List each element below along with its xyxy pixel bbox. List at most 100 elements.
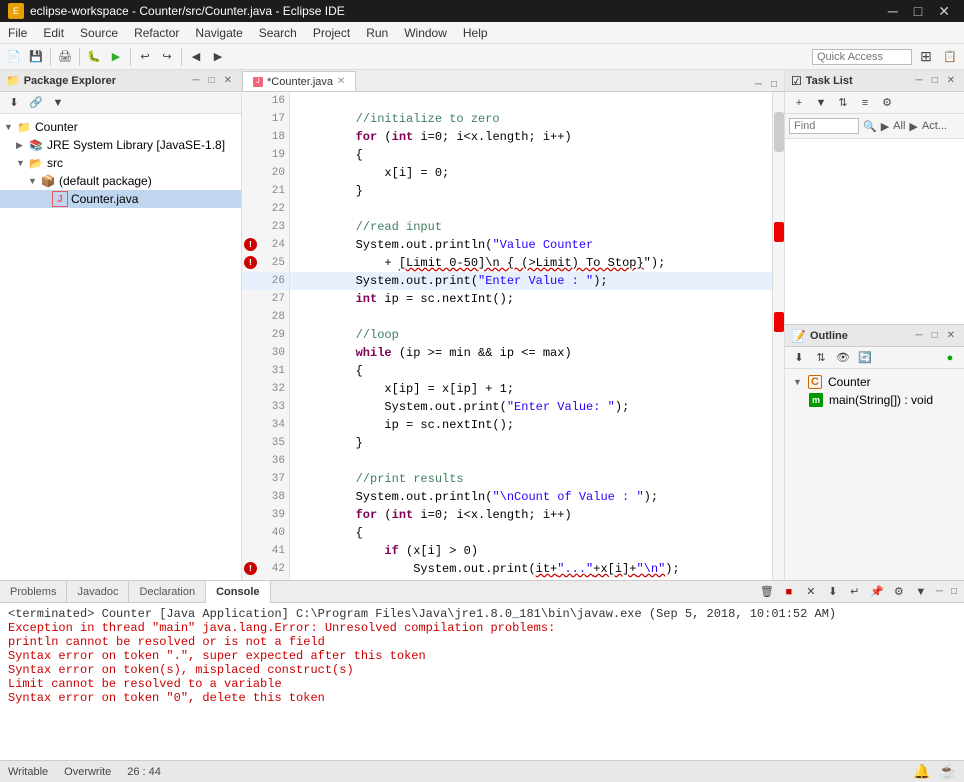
tab-javadoc[interactable]: Javadoc [67,581,129,603]
act-label[interactable]: Act... [922,120,947,132]
all-filter[interactable]: ▶ [881,120,889,133]
tree-item-counter-java[interactable]: J Counter.java [0,190,241,208]
menu-source[interactable]: Source [72,24,126,42]
expand-arrow-pkg[interactable]: ▼ [28,176,40,186]
menu-project[interactable]: Project [305,24,358,42]
link-editor-btn[interactable]: 🔗 [26,93,46,113]
toolbar-sep-1 [50,48,51,66]
tab-declaration[interactable]: Declaration [129,581,206,603]
run-button[interactable]: ▶ [106,47,126,67]
task-list-header: ☑ Task List ─ □ ✕ [785,70,964,92]
console-remove-btn[interactable]: ✕ [801,582,821,602]
code-editor[interactable]: //initialize to zero for (int i=0; i<x.l… [290,92,772,580]
bottom-tab-controls: 🗑 ■ ✕ ⬇ ↵ 📌 ⚙ ▼ ─ □ [753,582,964,602]
console-scroll-btn[interactable]: ⬇ [823,582,843,602]
position-status: 26 : 44 [127,766,161,778]
menu-refactor[interactable]: Refactor [126,24,187,42]
code-line-31: { [290,362,772,380]
code-line-32: x[ip] = x[ip] + 1; [290,380,772,398]
forward-button[interactable]: ▶ [208,47,228,67]
code-line-19: { [290,146,772,164]
expand-arrow-counter[interactable]: ▼ [4,122,16,132]
editor-maximize-btn[interactable]: □ [768,78,780,91]
bottom-min-btn[interactable]: ─ [933,585,946,598]
task-close-btn[interactable]: ✕ [944,74,958,87]
outline-sort-btn[interactable]: ⇅ [811,348,831,368]
undo-button[interactable]: ↩ [135,47,155,67]
tree-item-counter[interactable]: ▼ 📁 Counter [0,118,241,136]
menu-navigate[interactable]: Navigate [187,24,250,42]
task-max-btn[interactable]: □ [929,74,941,87]
scroll-thumb[interactable] [774,112,784,152]
editor-minimize-btn[interactable]: ─ [752,78,765,91]
tree-item-src[interactable]: ▼ 📂 src [0,154,241,172]
task-list-toolbar: + ▼ ⇅ ≡ ⚙ [785,92,964,114]
console-terminate-btn[interactable]: ■ [779,582,799,602]
print-button[interactable]: 🖨 [55,47,75,67]
minimize-button[interactable]: ─ [882,3,904,20]
perspective-btn[interactable]: ⊞ [916,47,936,67]
menu-search[interactable]: Search [251,24,305,42]
menu-window[interactable]: Window [396,24,455,42]
tab-close-btn[interactable]: ✕ [337,76,345,87]
minimize-panel-btn[interactable]: ─ [189,74,202,87]
task-find-input[interactable] [789,118,859,134]
outline-collapse-btn[interactable]: ⬇ [789,348,809,368]
tab-label: *Counter.java [267,76,333,88]
menu-run[interactable]: Run [358,24,396,42]
task-group-btn[interactable]: ≡ [855,93,875,113]
menu-help[interactable]: Help [455,24,496,42]
tree-item-default-pkg[interactable]: ▼ 📦 (default package) [0,172,241,190]
outline-sync-btn[interactable]: 🔄 [855,348,875,368]
editor-content: 16 17 18 19 20 21 22 23 ! 24 ! 25 [242,92,784,580]
view-menu-btn[interactable]: ▼ [48,93,68,113]
bottom-tabs: Problems Javadoc Declaration Console 🗑 ■… [0,581,964,603]
outline-max-btn[interactable]: □ [929,329,941,342]
tab-problems[interactable]: Problems [0,581,67,603]
code-line-38: System.out.println("\nCount of Value : "… [290,488,772,506]
menu-edit[interactable]: Edit [35,24,72,42]
expand-arrow-src[interactable]: ▼ [16,158,28,168]
console-word-wrap-btn[interactable]: ↵ [845,582,865,602]
task-list-title: Task List [806,75,853,87]
new-button[interactable]: 📄 [4,47,24,67]
outline-close-btn[interactable]: ✕ [944,329,958,342]
redo-button[interactable]: ↪ [157,47,177,67]
new-task-btn[interactable]: + [789,93,809,113]
save-button[interactable]: 💾 [26,47,46,67]
editor-tab-counter-java[interactable]: J *Counter.java ✕ [242,71,356,91]
console-settings-btn[interactable]: ⚙ [889,582,909,602]
menu-file[interactable]: File [0,24,35,42]
window-controls[interactable]: ─ □ ✕ [882,3,956,20]
outline-hide-btn[interactable]: 👁 [833,348,853,368]
outline-green-btn[interactable]: ● [940,348,960,368]
close-button[interactable]: ✕ [932,3,956,20]
console-terminated-line: <terminated> Counter [Java Application] … [8,607,956,621]
console-pin-btn[interactable]: 📌 [867,582,887,602]
task-settings-btn[interactable]: ⚙ [877,93,897,113]
outline-main-method[interactable]: m main(String[]) : void [789,391,960,409]
outline-min-btn[interactable]: ─ [912,329,925,342]
find-icon[interactable]: 🔍 [863,120,877,133]
maximize-panel-btn[interactable]: □ [206,74,218,87]
task-filter-btn[interactable]: ▼ [811,93,831,113]
console-clear-btn[interactable]: 🗑 [757,582,777,602]
debug-button[interactable]: 🐛 [84,47,104,67]
task-min-btn[interactable]: ─ [912,74,925,87]
bottom-max-btn[interactable]: □ [948,585,960,598]
tree-item-jre[interactable]: ▶ 📚 JRE System Library [JavaSE-1.8] [0,136,241,154]
task-sort-btn[interactable]: ⇅ [833,93,853,113]
console-menu-btn[interactable]: ▼ [911,582,931,602]
act-filter[interactable]: ▶ [909,120,917,133]
all-label[interactable]: All [893,120,905,132]
quick-access-input[interactable] [812,49,912,65]
collapse-all-btn[interactable]: ⬇ [4,93,24,113]
outline-counter-class[interactable]: ▼ C Counter [789,373,960,391]
tab-console[interactable]: Console [206,581,270,603]
quick-access-area: ⊞ 📋 [812,46,960,68]
close-panel-btn[interactable]: ✕ [221,74,235,87]
editor-scrollbar[interactable] [772,92,784,580]
maximize-button[interactable]: □ [908,3,928,20]
perspective-btn2[interactable]: 📋 [940,47,960,67]
back-button[interactable]: ◀ [186,47,206,67]
